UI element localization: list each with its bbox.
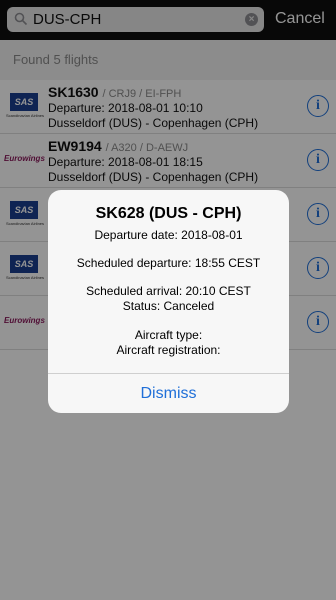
scheduled-arrival: Scheduled arrival: 20:10 CEST	[86, 284, 251, 298]
flight-status: Status: Canceled	[122, 299, 215, 313]
flight-details-alert: SK628 (DUS - CPH) Departure date: 2018-0…	[48, 190, 289, 413]
dismiss-button[interactable]: Dismiss	[48, 374, 289, 413]
aircraft-registration: Aircraft registration:	[116, 343, 221, 357]
departure-date: Departure date: 2018-08-01	[94, 228, 243, 242]
scheduled-departure: Scheduled departure: 18:55 CEST	[76, 256, 261, 270]
aircraft-type: Aircraft type:	[134, 328, 203, 342]
alert-title: SK628 (DUS - CPH)	[95, 205, 242, 222]
